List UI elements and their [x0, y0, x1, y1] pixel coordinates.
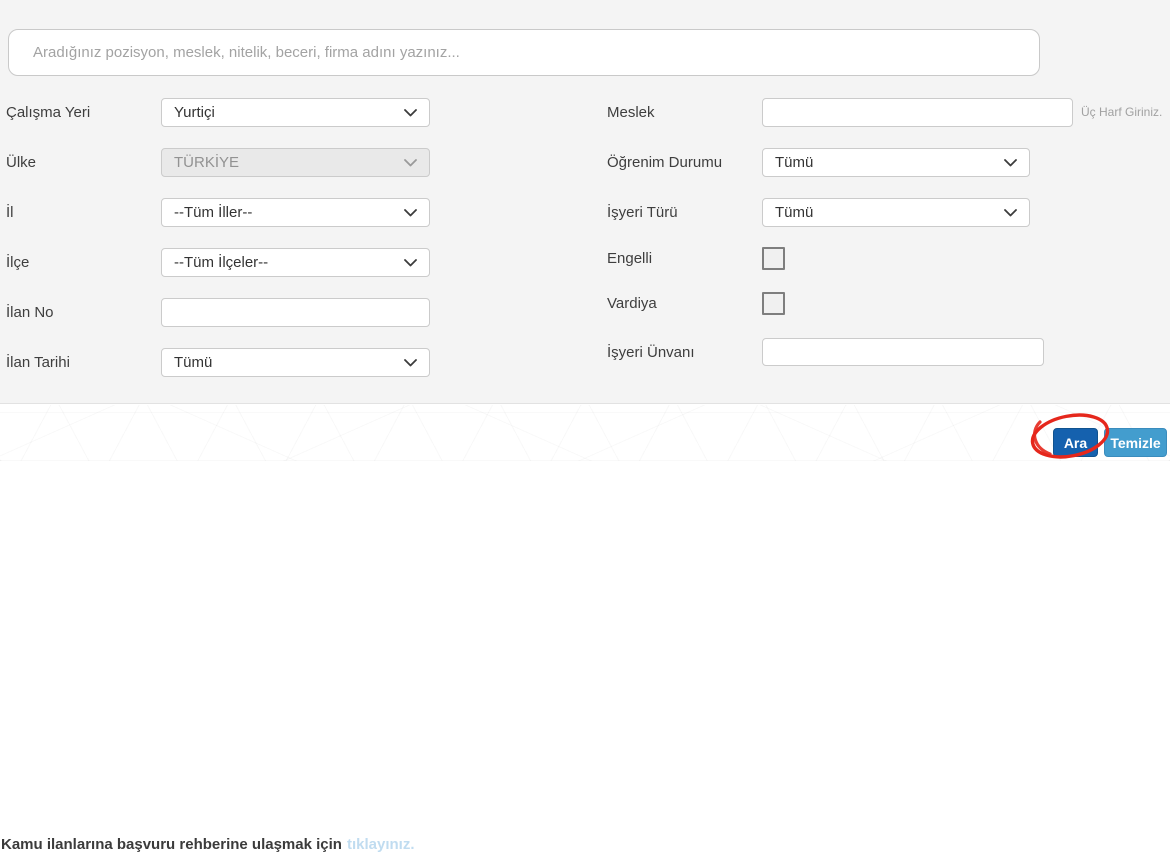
job-search-page: Çalışma Yeri Yurtiçi Ülke TÜRKİYE İl --T…: [0, 0, 1170, 853]
il-select[interactable]: --Tüm İller--: [161, 198, 430, 227]
select-value: Tümü: [775, 154, 814, 171]
select-value: --Tüm İller--: [174, 204, 253, 221]
field-label-vardiya: Vardiya: [607, 295, 657, 312]
field-label-ilce: İlçe: [6, 254, 30, 271]
field-label-ulke: Ülke: [6, 154, 37, 171]
select-value: TÜRKİYE: [174, 154, 240, 171]
meslek-hint: Üç Harf Giriniz.: [1081, 105, 1163, 119]
field-label-calisma-yeri: Çalışma Yeri: [6, 104, 91, 121]
ilan-tarihi-select[interactable]: Tümü: [161, 348, 430, 377]
temizle-button[interactable]: Temizle: [1104, 428, 1167, 457]
search-filter-panel: Çalışma Yeri Yurtiçi Ülke TÜRKİYE İl --T…: [0, 0, 1170, 404]
footer-bar: Kamu ilanlarına başvuru rehberine ulaşma…: [0, 405, 1170, 853]
calisma-yeri-select[interactable]: Yurtiçi: [161, 98, 430, 127]
field-label-il: İl: [6, 204, 14, 221]
field-label-engelli: Engelli: [607, 250, 653, 267]
chevron-down-icon: [404, 258, 417, 267]
select-value: --Tüm İlçeler--: [174, 254, 269, 271]
tiklayiniz-link[interactable]: tıklayınız.: [347, 836, 415, 853]
select-value: Tümü: [775, 204, 814, 221]
field-label-isyeri-turu: İşyeri Türü: [607, 204, 678, 221]
select-value: Tümü: [174, 354, 213, 371]
field-label-meslek: Meslek: [607, 104, 655, 121]
ulke-select: TÜRKİYE: [161, 148, 430, 177]
chevron-down-icon: [404, 358, 417, 367]
chevron-down-icon: [1004, 158, 1017, 167]
field-label-ilan-no: İlan No: [6, 304, 54, 321]
meslek-input[interactable]: [762, 98, 1073, 127]
vardiya-checkbox[interactable]: [762, 292, 785, 315]
isyeri-turu-select[interactable]: Tümü: [762, 198, 1030, 227]
chevron-down-icon: [1004, 208, 1017, 217]
select-value: Yurtiçi: [174, 104, 215, 121]
chevron-down-icon: [404, 158, 417, 167]
keyword-search-input[interactable]: [8, 29, 1040, 76]
footer-text: Kamu ilanlarına başvuru rehberine ulaşma…: [1, 835, 342, 853]
ilce-select[interactable]: --Tüm İlçeler--: [161, 248, 430, 277]
chevron-down-icon: [404, 108, 417, 117]
ilan-no-input[interactable]: [161, 298, 430, 327]
public-notice-text: Kamu ilanlarına başvuru rehberine ulaşma…: [1, 835, 415, 853]
ogrenim-durumu-select[interactable]: Tümü: [762, 148, 1030, 177]
ara-button[interactable]: Ara: [1053, 428, 1098, 457]
field-label-ilan-tarihi: İlan Tarihi: [6, 354, 70, 371]
isyeri-unvani-input[interactable]: [762, 338, 1044, 366]
field-label-ogrenim-durumu: Öğrenim Durumu: [607, 154, 723, 171]
field-label-isyeri-unvani: İşyeri Ünvanı: [607, 343, 695, 361]
chevron-down-icon: [404, 208, 417, 217]
engelli-checkbox[interactable]: [762, 247, 785, 270]
